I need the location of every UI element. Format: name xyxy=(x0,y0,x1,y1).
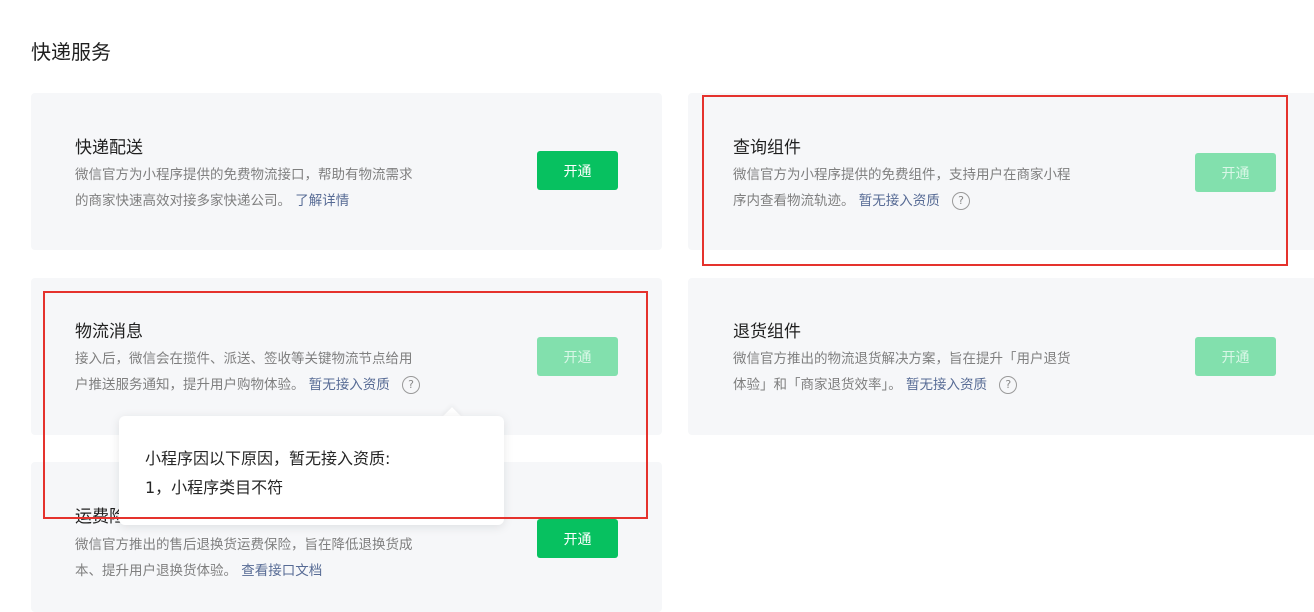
card-query-component: 查询组件 微信官方为小程序提供的免费组件，支持用户在商家小程 序内查看物流轨迹。… xyxy=(688,93,1314,250)
tooltip-text: 1，小程序类目不符 xyxy=(145,478,284,497)
card-description: 微信官方推出的物流退货解决方案，旨在提升「用户退货 体验」和「商家退货效率」。 … xyxy=(733,346,1133,398)
card-title: 退货组件 xyxy=(733,322,801,342)
card-title: 快递配送 xyxy=(75,138,143,158)
learn-more-link[interactable]: 了解详情 xyxy=(295,193,349,209)
qualification-tooltip: 小程序因以下原因，暂无接入资质: 1，小程序类目不符 xyxy=(119,416,504,525)
card-description: 接入后，微信会在揽件、派送、签收等关键物流节点给用 户推送服务通知，提升用户购物… xyxy=(75,346,475,398)
activate-freight-insurance-button[interactable]: 开通 xyxy=(537,519,618,558)
description-line: 序内查看物流轨迹。 xyxy=(733,193,855,209)
tooltip-text: 小程序因以下原因，暂无接入资质: xyxy=(145,449,391,468)
description-line: 体验」和「商家退货效率」。 xyxy=(733,377,902,393)
no-qualification-link[interactable]: 暂无接入资质 xyxy=(309,377,390,393)
card-return-component: 退货组件 微信官方推出的物流退货解决方案，旨在提升「用户退货 体验」和「商家退货… xyxy=(688,278,1314,435)
activate-query-component-button[interactable]: 开通 xyxy=(1195,153,1276,192)
card-description: 微信官方推出的售后退换货运费保险，旨在降低退换货成 本、提升用户退换货体验。 查… xyxy=(75,532,475,584)
description-line: 微信官方推出的物流退货解决方案，旨在提升「用户退货 xyxy=(733,351,1071,367)
activate-logistics-message-button[interactable]: 开通 xyxy=(537,337,618,376)
card-express-delivery: 快递配送 微信官方为小程序提供的免费物流接口，帮助有物流需求 的商家快速高效对接… xyxy=(31,93,662,250)
activate-return-component-button[interactable]: 开通 xyxy=(1195,337,1276,376)
description-line: 接入后，微信会在揽件、派送、签收等关键物流节点给用 xyxy=(75,351,413,367)
card-description: 微信官方为小程序提供的免费组件，支持用户在商家小程 序内查看物流轨迹。 暂无接入… xyxy=(733,162,1133,214)
help-icon[interactable]: ? xyxy=(999,376,1018,394)
no-qualification-link[interactable]: 暂无接入资质 xyxy=(859,193,940,209)
description-line: 的商家快速高效对接多家快递公司。 xyxy=(75,193,291,209)
description-line: 微信官方为小程序提供的免费物流接口，帮助有物流需求 xyxy=(75,167,413,183)
description-line: 微信官方推出的售后退换货运费保险，旨在降低退换货成 xyxy=(75,537,413,553)
activate-express-delivery-button[interactable]: 开通 xyxy=(537,151,618,190)
help-icon[interactable]: ? xyxy=(402,376,421,394)
card-title: 物流消息 xyxy=(75,322,143,342)
page-title: 快递服务 xyxy=(31,40,111,64)
card-title: 查询组件 xyxy=(733,138,801,158)
view-api-docs-link[interactable]: 查看接口文档 xyxy=(241,563,322,579)
no-qualification-link[interactable]: 暂无接入资质 xyxy=(906,377,987,393)
card-logistics-message: 物流消息 接入后，微信会在揽件、派送、签收等关键物流节点给用 户推送服务通知，提… xyxy=(31,278,662,435)
help-icon[interactable]: ? xyxy=(952,192,971,210)
card-description: 微信官方为小程序提供的免费物流接口，帮助有物流需求 的商家快速高效对接多家快递公… xyxy=(75,162,475,214)
description-line: 户推送服务通知，提升用户购物体验。 xyxy=(75,377,305,393)
description-line: 本、提升用户退换货体验。 xyxy=(75,563,237,579)
description-line: 微信官方为小程序提供的免费组件，支持用户在商家小程 xyxy=(733,167,1071,183)
